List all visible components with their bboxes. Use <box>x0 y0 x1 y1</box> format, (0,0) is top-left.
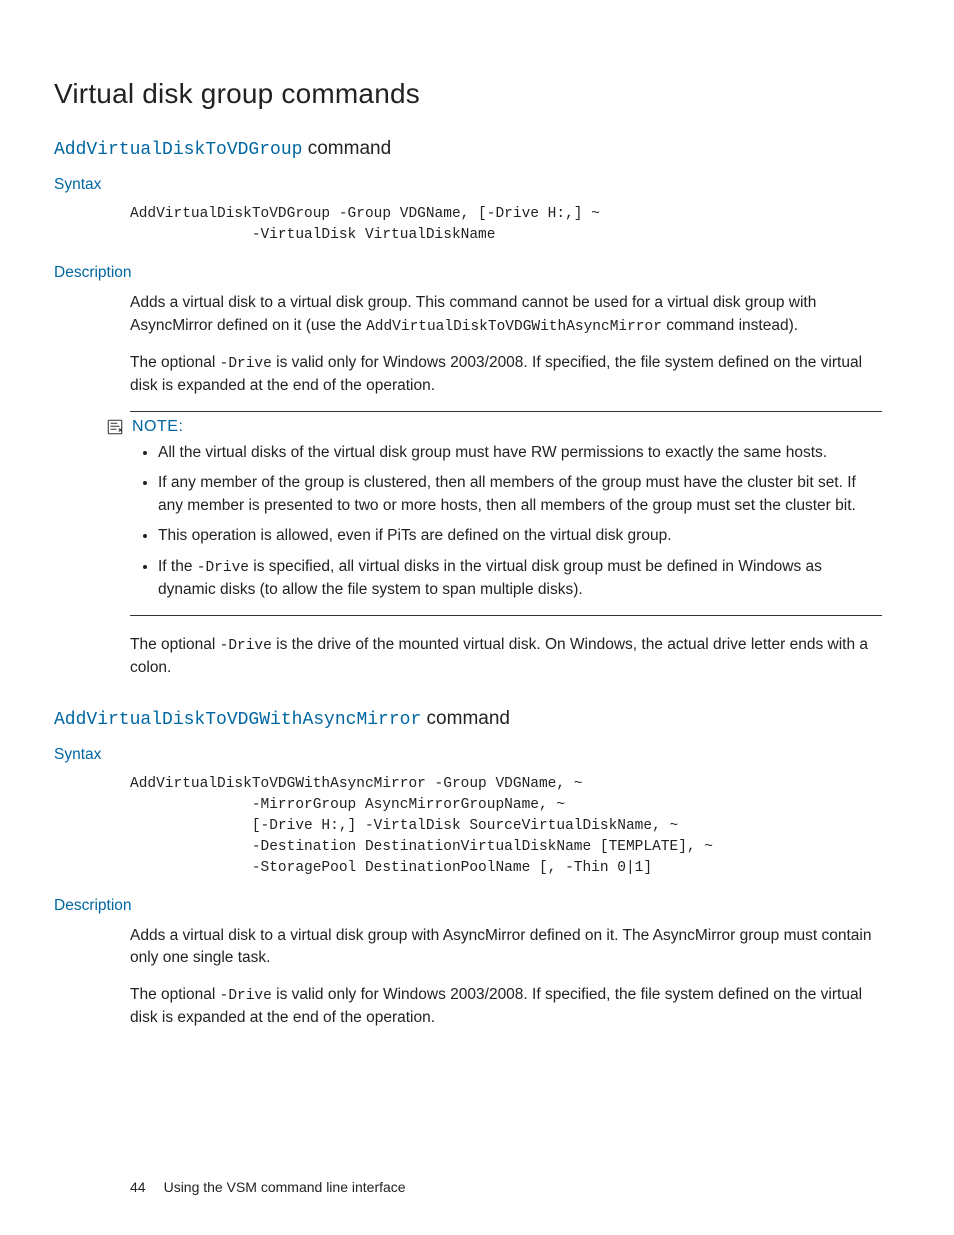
description-paragraph: Adds a virtual disk to a virtual disk gr… <box>130 292 882 337</box>
description-paragraph: The optional -Drive is valid only for Wi… <box>130 984 882 1029</box>
inline-code: -Drive <box>220 356 272 372</box>
page-footer: 44 Using the VSM command line interface <box>130 1179 406 1195</box>
note-label: NOTE: <box>132 418 183 436</box>
note-rule-top <box>130 411 882 412</box>
description-label-1: Description <box>54 264 900 282</box>
text: is specified, all virtual disks in the v… <box>158 558 822 598</box>
command-name-2: AddVirtualDiskToVDGWithAsyncMirror <box>54 710 421 730</box>
page-title: Virtual disk group commands <box>54 78 900 110</box>
command-name-1: AddVirtualDiskToVDGroup <box>54 140 302 160</box>
inline-code: -Drive <box>197 560 249 576</box>
inline-code: -Drive <box>220 988 272 1004</box>
text: command instead). <box>662 317 798 334</box>
command-suffix-1: command <box>302 138 391 159</box>
text: The optional <box>130 354 220 371</box>
section-heading-1: AddVirtualDiskToVDGroup command <box>54 138 900 160</box>
section-heading-2: AddVirtualDiskToVDGWithAsyncMirror comma… <box>54 708 900 730</box>
description-paragraph: The optional -Drive is valid only for Wi… <box>130 352 882 397</box>
note-list: All the virtual disks of the virtual dis… <box>130 442 882 601</box>
page-number: 44 <box>130 1179 146 1195</box>
footer-text: Using the VSM command line interface <box>164 1179 406 1195</box>
list-item: If the -Drive is specified, all virtual … <box>158 556 882 601</box>
command-suffix-2: command <box>421 708 510 729</box>
syntax-code-2: AddVirtualDiskToVDGWithAsyncMirror -Grou… <box>130 774 900 879</box>
description-paragraph: Adds a virtual disk to a virtual disk gr… <box>130 925 882 970</box>
description-paragraph: The optional -Drive is the drive of the … <box>130 634 882 679</box>
list-item: All the virtual disks of the virtual dis… <box>158 442 882 464</box>
syntax-code-1: AddVirtualDiskToVDGroup -Group VDGName, … <box>130 204 900 246</box>
list-item: If any member of the group is clustered,… <box>158 472 882 517</box>
text: The optional <box>130 636 220 653</box>
text: The optional <box>130 986 220 1003</box>
text: If the <box>158 558 197 575</box>
description-label-2: Description <box>54 897 900 915</box>
note-rule-bottom <box>130 615 882 616</box>
inline-code: AddVirtualDiskToVDGWithAsyncMirror <box>366 319 662 335</box>
syntax-label-2: Syntax <box>54 746 900 764</box>
list-item: This operation is allowed, even if PiTs … <box>158 525 882 547</box>
syntax-label-1: Syntax <box>54 176 900 194</box>
inline-code: -Drive <box>220 638 272 654</box>
note-box: NOTE: All the virtual disks of the virtu… <box>106 411 900 616</box>
note-icon <box>106 418 124 436</box>
